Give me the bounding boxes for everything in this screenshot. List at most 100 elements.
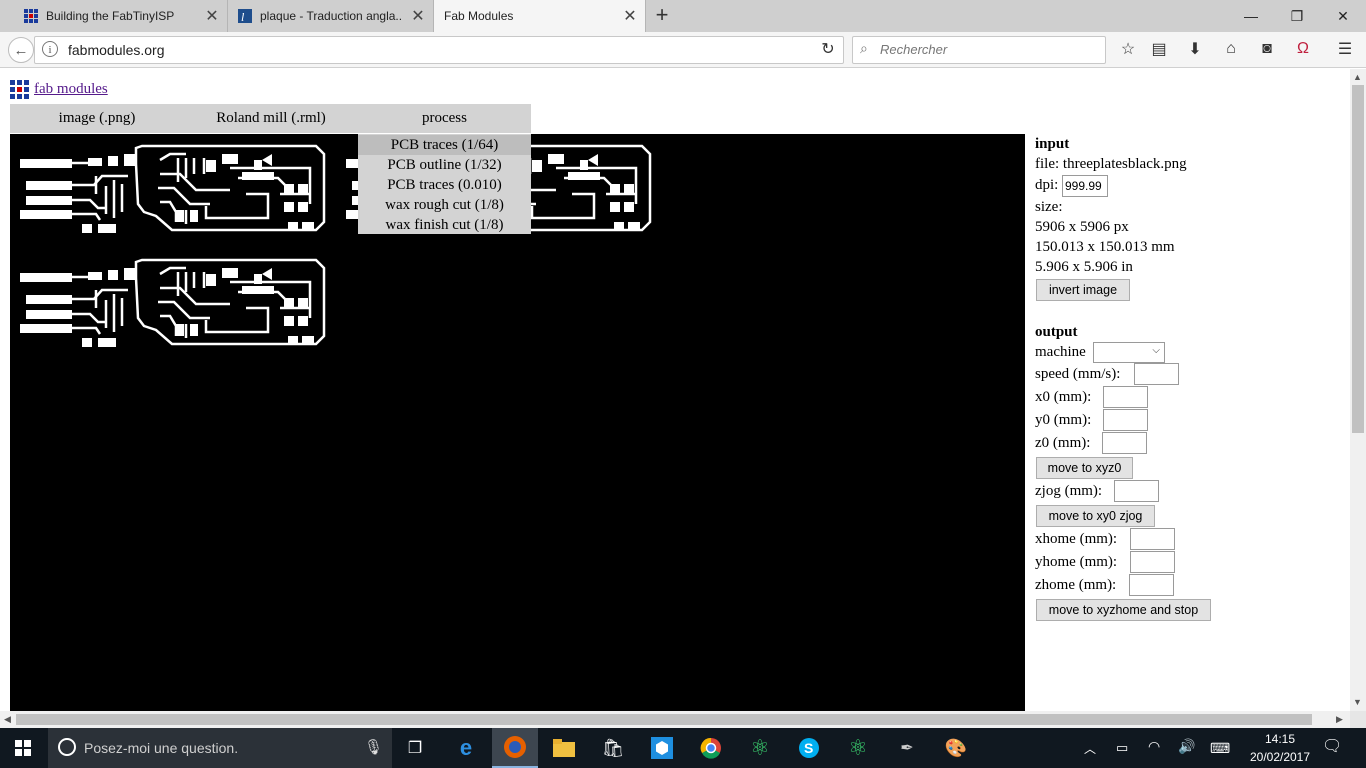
close-tab-icon[interactable]: ✕ bbox=[615, 6, 645, 26]
dpi-label: dpi: bbox=[1035, 177, 1059, 193]
machine-select[interactable]: ⌵ bbox=[1093, 342, 1165, 363]
keyboard-icon[interactable]: ⌨ bbox=[1210, 740, 1230, 757]
info-icon[interactable]: i bbox=[42, 41, 58, 57]
clock-time[interactable]: 14:15 bbox=[1250, 732, 1310, 746]
horizontal-scrollbar[interactable]: ◀ ▶ bbox=[0, 711, 1350, 728]
chevron-down-icon: ⌵ bbox=[1152, 345, 1160, 356]
reload-icon[interactable]: ↻ bbox=[817, 38, 839, 60]
tab-fab-modules[interactable]: Fab Modules ✕ bbox=[434, 0, 646, 32]
process-option-wax-rough-cut[interactable]: wax rough cut (1/8) bbox=[358, 195, 531, 215]
x0-label: x0 (mm): bbox=[1035, 389, 1092, 405]
atom-app-icon[interactable]: ⚛ bbox=[737, 728, 783, 768]
file-explorer-icon[interactable] bbox=[541, 728, 587, 768]
invert-image-button[interactable]: invert image bbox=[1036, 279, 1130, 301]
store-icon[interactable]: 🛍 bbox=[590, 728, 636, 768]
home-icon[interactable]: ⌂ bbox=[1220, 38, 1242, 60]
chrome-icon[interactable] bbox=[688, 728, 734, 768]
yhome-input[interactable] bbox=[1130, 551, 1175, 573]
scroll-up-icon[interactable]: ▲ bbox=[1353, 72, 1362, 82]
extension-icon[interactable]: Ω bbox=[1292, 38, 1314, 60]
menu-process[interactable]: process bbox=[358, 104, 531, 133]
tab-title: Fab Modules bbox=[444, 9, 514, 23]
clock-date[interactable]: 20/02/2017 bbox=[1244, 750, 1316, 764]
x0-input[interactable] bbox=[1103, 386, 1148, 408]
scroll-right-icon[interactable]: ▶ bbox=[1336, 714, 1343, 725]
wifi-icon[interactable]: ◠ bbox=[1148, 738, 1160, 755]
microphone-icon[interactable]: 🎙 bbox=[364, 738, 383, 756]
tab-building-fabtinyisp[interactable]: Building the FabTinyISP ✕ bbox=[14, 0, 228, 32]
skype-icon[interactable]: S bbox=[786, 728, 832, 768]
bookmark-star-icon[interactable]: ☆ bbox=[1117, 38, 1139, 60]
zjog-label: zjog (mm): bbox=[1035, 483, 1103, 499]
move-to-xyzhome-button[interactable]: move to xyzhome and stop bbox=[1036, 599, 1211, 621]
battery-icon[interactable]: ▭ bbox=[1116, 740, 1128, 756]
close-tab-icon[interactable]: ✕ bbox=[197, 6, 227, 26]
z0-label: z0 (mm): bbox=[1035, 435, 1091, 451]
cortana-circle-icon bbox=[58, 738, 76, 756]
menu-hamburger-icon[interactable]: ☰ bbox=[1334, 38, 1356, 60]
firefox-icon[interactable] bbox=[492, 728, 538, 768]
task-view-icon[interactable]: ❐ bbox=[392, 728, 438, 768]
windows-start-icon[interactable] bbox=[0, 728, 46, 768]
pocket-icon[interactable]: ◙ bbox=[1256, 38, 1278, 60]
atom-app-icon-2[interactable]: ⚛ bbox=[835, 728, 881, 768]
scroll-down-icon[interactable]: ▼ bbox=[1353, 697, 1362, 707]
app-cube-icon[interactable] bbox=[639, 728, 685, 768]
size-label: size: bbox=[1035, 199, 1063, 215]
horizontal-scroll-thumb[interactable] bbox=[16, 714, 1312, 725]
menu-roland-mill[interactable]: Roland mill (.rml) bbox=[184, 104, 358, 133]
cortana-placeholder: Posez-moi une question. bbox=[84, 740, 239, 756]
input-file: file: threeplatesblack.png bbox=[1035, 156, 1187, 172]
xhome-label: xhome (mm): bbox=[1035, 531, 1118, 547]
close-window-icon[interactable]: ✕ bbox=[1320, 0, 1366, 32]
scroll-left-icon[interactable]: ◀ bbox=[4, 714, 11, 725]
url-text: fabmodules.org bbox=[68, 42, 165, 58]
edge-browser-icon[interactable]: e bbox=[443, 728, 489, 768]
z0-input[interactable] bbox=[1102, 432, 1147, 454]
dpi-input[interactable] bbox=[1062, 175, 1108, 197]
process-option-pcb-outline-1-32[interactable]: PCB outline (1/32) bbox=[358, 155, 531, 175]
size-px: 5906 x 5906 px bbox=[1035, 219, 1129, 235]
machine-label: machine bbox=[1035, 344, 1086, 360]
search-icon: ⌕ bbox=[860, 40, 868, 56]
tray-chevron-up-icon[interactable]: ︿ bbox=[1084, 740, 1096, 757]
scroll-corner bbox=[1350, 711, 1366, 728]
back-button[interactable]: ← bbox=[8, 37, 34, 63]
restore-icon[interactable]: ❐ bbox=[1274, 0, 1320, 32]
xhome-input[interactable] bbox=[1130, 528, 1175, 550]
vertical-scrollbar[interactable]: ▲ ▼ bbox=[1350, 69, 1366, 711]
new-tab-icon[interactable]: + bbox=[650, 4, 674, 28]
move-to-xyz0-button[interactable]: move to xyz0 bbox=[1036, 457, 1133, 479]
fab-logo-icon bbox=[10, 80, 30, 100]
yhome-label: yhome (mm): bbox=[1035, 554, 1118, 570]
minimize-icon[interactable]: — bbox=[1228, 0, 1274, 32]
process-option-pcb-traces-1-64[interactable]: PCB traces (1/64) bbox=[358, 135, 531, 155]
move-to-xy0-zjog-button[interactable]: move to xy0 zjog bbox=[1036, 505, 1155, 527]
ink-pen-icon[interactable]: ✒ bbox=[884, 728, 930, 768]
process-option-pcb-traces-0-010[interactable]: PCB traces (0.010) bbox=[358, 175, 531, 195]
search-placeholder: Rechercher bbox=[880, 42, 948, 57]
input-heading: input bbox=[1035, 136, 1070, 152]
fab-grid-icon bbox=[24, 9, 38, 23]
svg-text:S: S bbox=[804, 740, 813, 756]
notifications-icon[interactable]: 🗨 bbox=[1322, 736, 1342, 756]
speed-input[interactable] bbox=[1134, 363, 1179, 385]
volume-icon[interactable]: 🔊 bbox=[1178, 738, 1195, 755]
tab-title: plaque - Traduction angla... bbox=[260, 9, 403, 23]
output-heading: output bbox=[1035, 324, 1078, 340]
vertical-scroll-thumb[interactable] bbox=[1352, 85, 1364, 433]
size-in: 5.906 x 5.906 in bbox=[1035, 259, 1133, 275]
downloads-icon[interactable]: ⬇ bbox=[1184, 38, 1206, 60]
paint-app-icon[interactable]: 🎨 bbox=[933, 728, 979, 768]
zhome-input[interactable] bbox=[1129, 574, 1174, 596]
close-tab-icon[interactable]: ✕ bbox=[403, 6, 433, 26]
fab-modules-link[interactable]: fab modules bbox=[34, 81, 108, 98]
zhome-label: zhome (mm): bbox=[1035, 577, 1117, 593]
tab-plaque-traduction[interactable]: l plaque - Traduction angla... ✕ bbox=[228, 0, 434, 32]
process-option-wax-finish-cut[interactable]: wax finish cut (1/8) bbox=[358, 215, 531, 235]
y0-label: y0 (mm): bbox=[1035, 412, 1092, 428]
reading-list-icon[interactable]: ▤ bbox=[1148, 38, 1170, 60]
menu-image-png[interactable]: image (.png) bbox=[10, 104, 184, 133]
y0-input[interactable] bbox=[1103, 409, 1148, 431]
zjog-input[interactable] bbox=[1114, 480, 1159, 502]
